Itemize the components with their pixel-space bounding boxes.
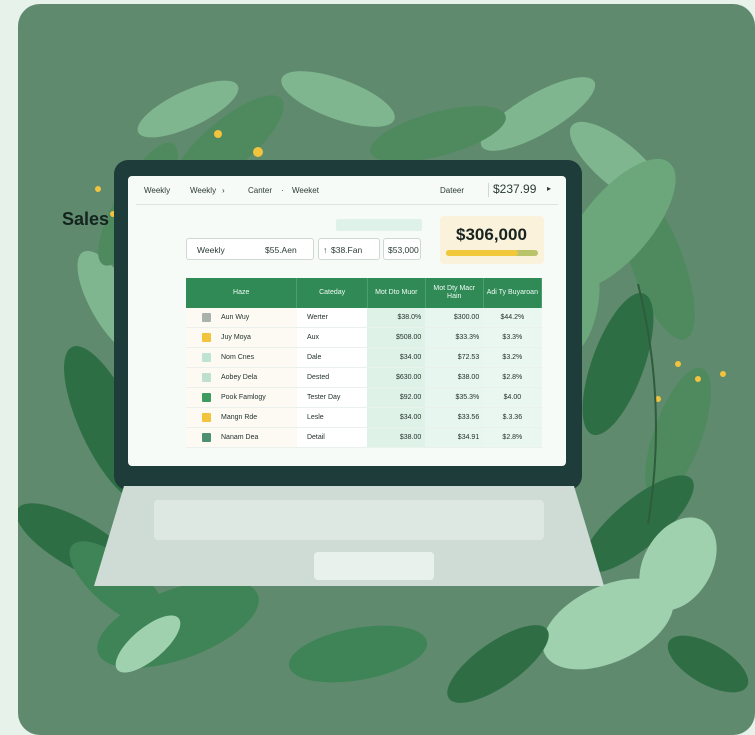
- table-cell-value-3: $2.8%: [483, 427, 542, 448]
- row-swatch: [202, 373, 211, 382]
- filter-weekly-value: $55.Aen: [265, 245, 297, 255]
- chevron-right-icon: ›: [222, 186, 225, 195]
- table-cell-name: Juy Moya: [186, 327, 297, 348]
- table-header-row: Haze Cateday Mot Dto Muor Mot Dty Macr H…: [186, 278, 543, 308]
- table-cell-value-3: $.3.36: [483, 407, 542, 428]
- table-cell-value-3: $3.3%: [483, 327, 542, 348]
- row-name: Nanam Dea: [221, 434, 259, 441]
- table-cell-category: Lesle: [296, 407, 368, 428]
- table-cell-category: Tester Day: [296, 387, 368, 408]
- table-header-cell: Mot Dto Muor: [367, 278, 426, 308]
- row-swatch: [202, 313, 211, 322]
- arrow-up-icon: ↑: [323, 245, 328, 255]
- table-cell-name: Aobey Dela: [186, 367, 297, 388]
- table-cell-name: Aun Wuy: [186, 308, 297, 328]
- table-row[interactable]: Pook Famlogy Tester Day $92.00 $35.3% $4.00: [186, 387, 542, 408]
- table-cell-value-2: $33.3%: [425, 327, 484, 348]
- table-cell-value-1: $38.00: [367, 427, 426, 448]
- title-placeholder-bar: [336, 219, 422, 231]
- nav-item-weeket[interactable]: Weeket: [292, 186, 319, 195]
- table-header-cell: Cateday: [296, 278, 368, 308]
- table-header-cell: Adi Ty Buyaroan: [483, 278, 543, 308]
- nav-divider: [136, 204, 558, 205]
- row-swatch: [202, 353, 211, 362]
- table-row[interactable]: Juy Moya Aux $508.00 $33.3% $3.3%: [186, 327, 542, 348]
- table-row[interactable]: Aun Wuy Werter $38.0% $300.00 $44.2%: [186, 308, 542, 328]
- filter-2[interactable]: ↑ $38.Fan: [318, 238, 380, 260]
- caret-icon: ▸: [547, 184, 552, 193]
- nav-right-value: $237.99: [493, 182, 537, 196]
- nav-item-weekly-2[interactable]: Weekly: [190, 186, 216, 195]
- table-cell-category: Dested: [296, 367, 368, 388]
- nav-item-canter[interactable]: Canter: [248, 186, 272, 195]
- table-row[interactable]: Aobey Dela Dested $630.00 $38.00 $2.8%: [186, 367, 542, 388]
- table-cell-value-2: $33.56: [425, 407, 484, 428]
- filter-2-value: $38.Fan: [331, 245, 363, 255]
- row-name: Mangn Rde: [221, 414, 258, 421]
- row-name: Aun Wuy: [221, 314, 250, 321]
- row-name: Juy Moya: [221, 334, 251, 341]
- filter-weekly[interactable]: Weekly $55.Aen: [186, 238, 314, 260]
- row-name: Pook Famlogy: [221, 394, 266, 401]
- filter-weekly-label: Weekly: [197, 245, 225, 255]
- sales-table: Haze Cateday Mot Dto Muor Mot Dty Macr H…: [186, 278, 543, 448]
- row-swatch: [202, 413, 211, 422]
- table-cell-value-1: $38.0%: [367, 308, 426, 328]
- table-cell-value-2: $300.00: [425, 308, 484, 328]
- table-cell-value-1: $34.00: [367, 347, 426, 368]
- table-cell-value-3: $4.00: [483, 387, 542, 408]
- table-header-cell: Haze: [186, 278, 298, 308]
- table-cell-value-2: $35.3%: [425, 387, 484, 408]
- row-name: Nom Cnes: [221, 354, 255, 361]
- table-cell-value-1: $630.00: [367, 367, 426, 388]
- filter-3[interactable]: $53,000: [383, 238, 421, 260]
- page-title: Sales: [62, 209, 110, 229]
- table-cell-value-3: $44.2%: [483, 308, 542, 328]
- filter-3-value: $53,000: [388, 245, 419, 255]
- table-cell-name: Pook Famlogy: [186, 387, 297, 408]
- table-cell-category: Aux: [296, 327, 368, 348]
- table-cell-category: Dale: [296, 347, 368, 368]
- table-cell-category: Werter: [296, 308, 368, 328]
- table-cell-category: Detail: [296, 427, 368, 448]
- table-cell-value-1: $34.00: [367, 407, 426, 428]
- table-cell-value-3: $2.8%: [483, 367, 542, 388]
- nav-divider-vertical: [488, 183, 489, 197]
- nav-item-weekly[interactable]: Weekly: [144, 186, 170, 195]
- table-cell-value-2: $34.91: [425, 427, 484, 448]
- row-swatch: [202, 433, 211, 442]
- total-card: $306,000: [440, 216, 544, 264]
- total-progress-fill: [446, 250, 518, 256]
- top-nav: Weekly Weekly › Canter · Weeket Dateer $…: [144, 182, 556, 200]
- table-cell-value-1: $92.00: [367, 387, 426, 408]
- nav-right-label: Dateer: [440, 186, 465, 195]
- table-cell-name: Nom Cnes: [186, 347, 297, 368]
- total-value: $306,000: [456, 225, 527, 244]
- table-cell-value-1: $508.00: [367, 327, 426, 348]
- table-cell-name: Mangn Rde: [186, 407, 297, 428]
- row-name: Aobey Dela: [221, 374, 258, 381]
- row-swatch: [202, 393, 211, 402]
- table-row[interactable]: Nanam Dea Detail $38.00 $34.91 $2.8%: [186, 427, 542, 448]
- laptop-base: [94, 486, 604, 586]
- table-cell-name: Nanam Dea: [186, 427, 297, 448]
- table-row[interactable]: Mangn Rde Lesle $34.00 $33.56 $.3.36: [186, 407, 542, 428]
- table-row[interactable]: Nom Cnes Dale $34.00 $72.53 $3.2%: [186, 347, 542, 368]
- dot-icon: ·: [281, 186, 284, 195]
- total-progress-track: [446, 250, 538, 256]
- table-cell-value-2: $38.00: [425, 367, 484, 388]
- table-cell-value-3: $3.2%: [483, 347, 542, 368]
- table-header-cell: Mot Dty Macr Hain: [425, 278, 484, 308]
- table-cell-value-2: $72.53: [425, 347, 484, 368]
- row-swatch: [202, 333, 211, 342]
